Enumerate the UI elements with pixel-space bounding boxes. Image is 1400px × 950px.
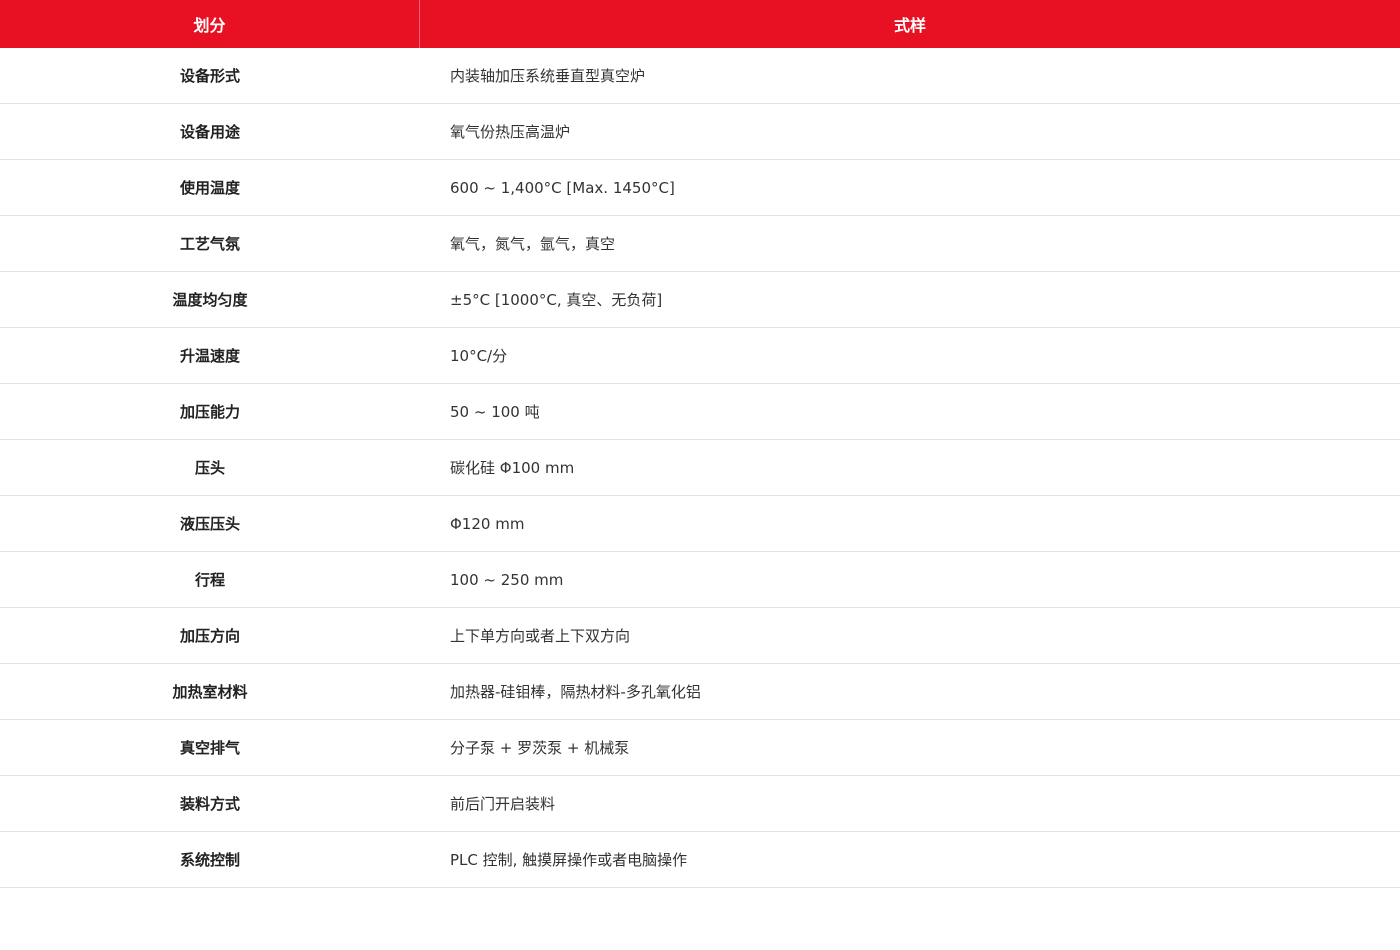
table-row: 装料方式 前后门开启装料 [0, 776, 1400, 832]
table-row: 压头 碳化硅 Φ100 mm [0, 440, 1400, 496]
row-label: 行程 [194, 571, 225, 589]
table-row: 加压方向 上下单方向或者上下双方向 [0, 608, 1400, 664]
row-value: PLC 控制, 触摸屏操作或者电脑操作 [450, 851, 688, 869]
row-label: 液压压头 [179, 515, 240, 533]
table-row: 加压能力 50 ~ 100 吨 [0, 384, 1400, 440]
row-label: 设备形式 [179, 67, 240, 85]
row-value: 氧气，氮气，氩气，真空 [450, 235, 616, 253]
row-value: 前后门开启装料 [450, 795, 556, 813]
table-row: 系统控制 PLC 控制, 触摸屏操作或者电脑操作 [0, 832, 1400, 888]
row-label: 工艺气氛 [179, 235, 240, 253]
row-label: 温度均匀度 [172, 291, 248, 309]
row-value: 加热器-硅钼棒，隔热材料-多孔氧化铝 [450, 683, 701, 701]
table-row: 行程 100 ~ 250 mm [0, 552, 1400, 608]
table-row: 设备形式 内装轴加压系统垂直型真空炉 [0, 48, 1400, 104]
row-value: 内装轴加压系统垂直型真空炉 [450, 67, 646, 85]
table-row: 温度均匀度 ±5°C [1000°C, 真空、无负荷] [0, 272, 1400, 328]
spec-table: 划分 式样 设备形式 内装轴加压系统垂直型真空炉 设备用途 氧气份热压高温炉 使… [0, 0, 1400, 888]
row-label: 系统控制 [179, 851, 240, 869]
row-label: 加压能力 [179, 403, 240, 421]
row-value: 600 ~ 1,400°C [Max. 1450°C] [450, 178, 675, 197]
row-value: 50 ~ 100 吨 [450, 403, 540, 421]
row-label: 使用温度 [179, 179, 240, 197]
row-label: 真空排气 [179, 739, 240, 757]
table-row: 真空排气 分子泵 + 罗茨泵 + 机械泵 [0, 720, 1400, 776]
row-label: 压头 [194, 459, 225, 477]
row-value: ±5°C [1000°C, 真空、无负荷] [450, 291, 663, 309]
row-label: 加热室材料 [172, 683, 248, 701]
header-col-division: 划分 [0, 0, 420, 48]
table-row: 加热室材料 加热器-硅钼棒，隔热材料-多孔氧化铝 [0, 664, 1400, 720]
table-row: 升温速度 10°C/分 [0, 328, 1400, 384]
row-value: 10°C/分 [450, 347, 508, 365]
table-header: 划分 式样 [0, 0, 1400, 48]
row-label: 升温速度 [179, 347, 240, 365]
table-row: 液压压头 Φ120 mm [0, 496, 1400, 552]
row-label: 设备用途 [179, 123, 240, 141]
row-label: 加压方向 [179, 627, 240, 645]
row-value: 100 ~ 250 mm [450, 570, 564, 589]
table-row: 工艺气氛 氧气，氮气，氩气，真空 [0, 216, 1400, 272]
row-value: 分子泵 + 罗茨泵 + 机械泵 [450, 739, 630, 757]
table-row: 使用温度 600 ~ 1,400°C [Max. 1450°C] [0, 160, 1400, 216]
row-value: 氧气份热压高温炉 [450, 123, 571, 141]
row-label: 装料方式 [179, 795, 240, 813]
row-value: Φ120 mm [450, 514, 525, 533]
row-value: 上下单方向或者上下双方向 [450, 627, 631, 645]
table-row: 设备用途 氧气份热压高温炉 [0, 104, 1400, 160]
row-value: 碳化硅 Φ100 mm [450, 459, 575, 477]
header-col-spec: 式样 [893, 16, 926, 35]
